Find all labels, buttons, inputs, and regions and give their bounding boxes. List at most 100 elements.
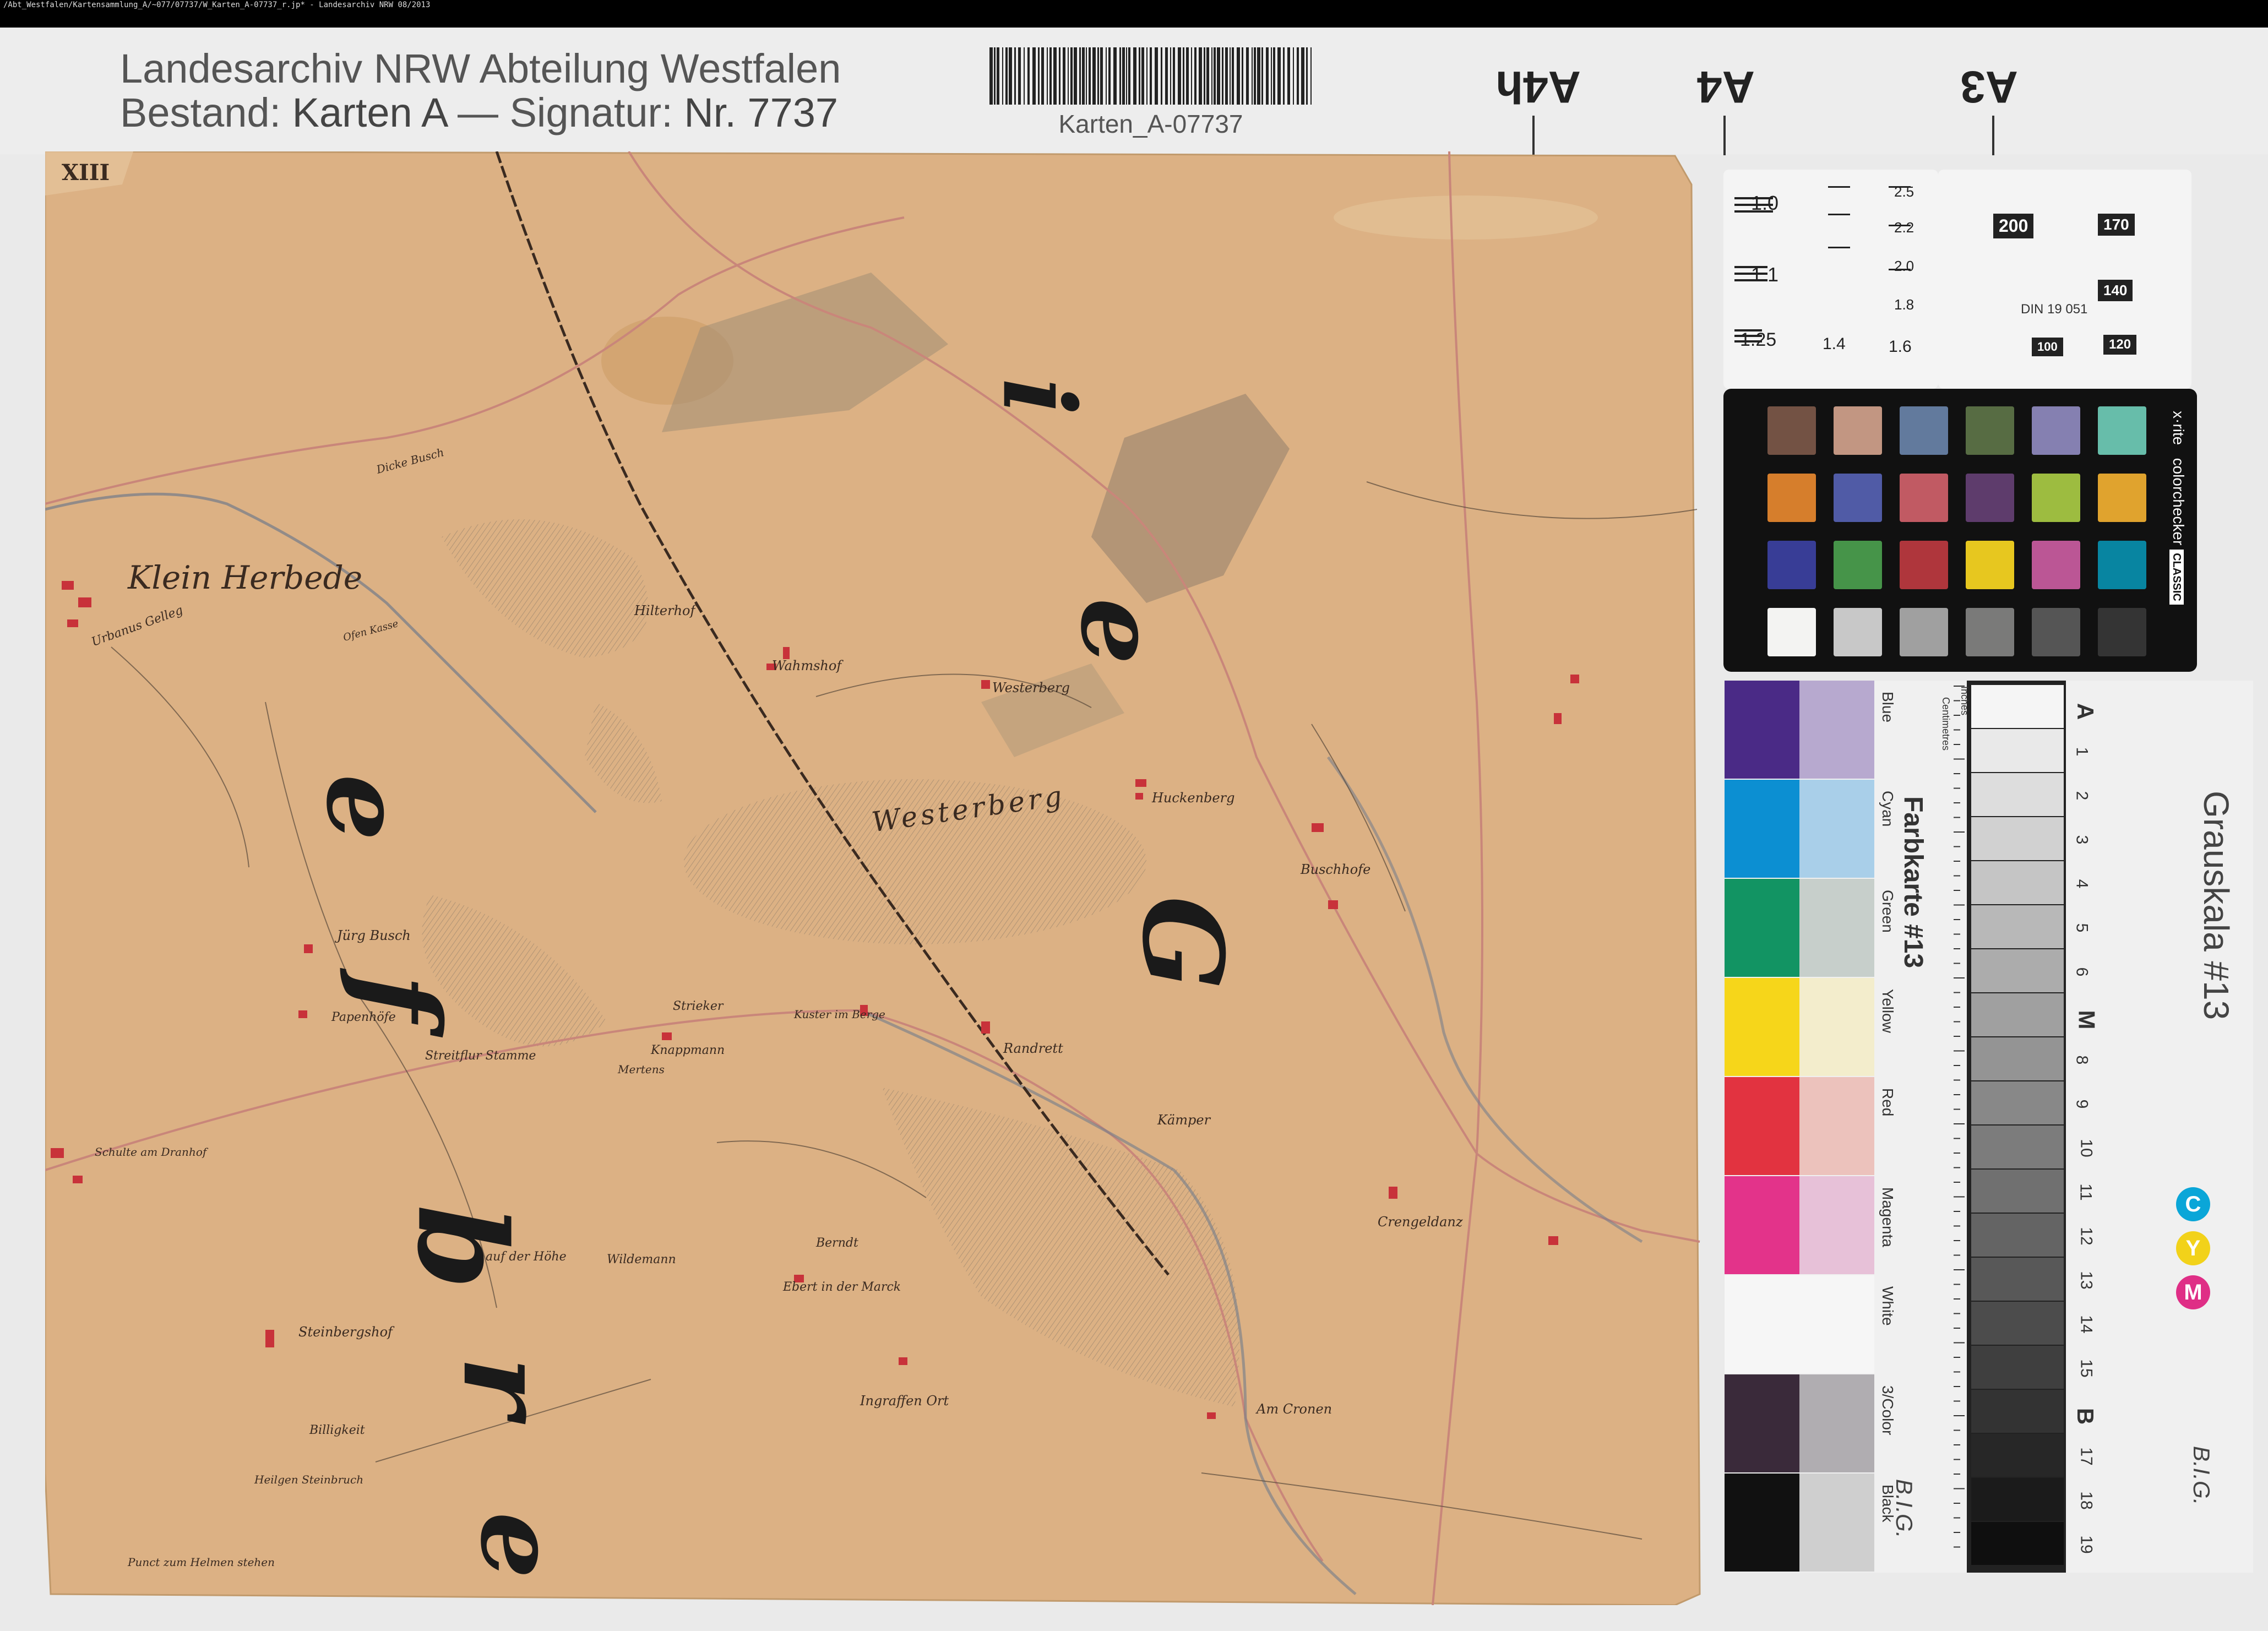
barcode-bar	[1038, 47, 1040, 105]
gray-scale-patch	[1971, 1302, 2064, 1345]
gray-scale-label: 2	[2073, 791, 2091, 801]
place-label: auf der Höhe	[486, 1250, 567, 1264]
colorchecker-patch	[1834, 608, 1882, 656]
barcode-bar	[1287, 47, 1290, 105]
colorchecker-patch	[1900, 474, 1948, 522]
gray-scale-label: 5	[2073, 923, 2091, 933]
map-drawing	[45, 151, 1701, 1605]
barcode-bar	[1047, 47, 1048, 105]
barcode-bar	[1293, 47, 1294, 105]
color-card-row-label: Magenta	[1879, 1187, 1896, 1247]
barcode-bar	[1032, 47, 1036, 105]
barcode-bar	[1005, 47, 1008, 105]
place-label: Mertens	[618, 1063, 665, 1076]
gray-scale-label: 4	[2073, 879, 2091, 889]
gray-scale-patch	[1971, 1170, 2064, 1213]
bestand-value: Karten A	[292, 90, 447, 135]
color-card-tint	[1799, 1176, 1874, 1274]
place-label: Knappmann	[651, 1043, 725, 1057]
institution-title: Landesarchiv NRW Abteilung Westfalen	[120, 46, 841, 91]
cmy-mark: Y	[2176, 1231, 2210, 1265]
barcode-bar	[1119, 47, 1121, 105]
gray-scale-label: 12	[2077, 1227, 2096, 1246]
color-card-swatch	[1725, 978, 1799, 1076]
gray-scale-patch	[1971, 993, 2064, 1036]
gray-scale-patch	[1971, 1214, 2064, 1257]
target-value: 170	[2098, 214, 2135, 236]
barcode-bar	[1206, 47, 1209, 105]
district-letter: G	[1117, 896, 1247, 990]
barcode-bar	[1092, 47, 1096, 105]
barcode-bar	[1178, 47, 1181, 105]
gray-scale-label: 9	[2073, 1099, 2091, 1109]
colorchecker-patch	[1767, 608, 1816, 656]
place-label: Crengeldanz	[1378, 1214, 1463, 1230]
barcode-bar	[1070, 47, 1073, 105]
gray-scale-patch	[1971, 685, 2064, 728]
place-label: Steinbergshof	[298, 1324, 393, 1340]
format-mark-a4: A4	[1697, 62, 1755, 112]
district-letter: r	[437, 1356, 573, 1417]
sheet-number: XIII	[62, 160, 110, 186]
signatur-label: Signatur:	[509, 90, 673, 135]
colorchecker-patch	[1767, 474, 1816, 522]
district-letter: b	[390, 1204, 534, 1290]
barcode-bar	[1002, 47, 1003, 105]
barcode-bar	[1204, 47, 1205, 105]
colorchecker-patch	[2032, 541, 2080, 589]
place-label: Ebert in der Marck	[783, 1280, 901, 1294]
format-line-a3	[1992, 116, 1994, 155]
calibration-card-drawing	[1725, 681, 2066, 1573]
colorchecker-patch	[2098, 474, 2146, 522]
gray-scale-label: 11	[2076, 1183, 2095, 1201]
resolution-target-left: 1.0 1.1 1.25 1.4 1.6 1.8 2.0 2.2 2.5	[1723, 170, 1938, 389]
barcode-bar	[1194, 47, 1196, 105]
place-label: Wildemann	[607, 1253, 676, 1266]
resolution-target-right: 200 170 140 120 100 DIN 19 051	[1938, 170, 2191, 389]
color-card-tint	[1799, 1275, 1874, 1373]
barcode-bar	[1009, 47, 1012, 105]
gray-scale-label: 15	[2077, 1359, 2096, 1378]
barcode-bar	[1128, 47, 1130, 105]
color-card-tint	[1799, 681, 1874, 779]
color-card-swatch	[1725, 1374, 1799, 1472]
district-letter: i	[980, 378, 1097, 416]
town-label: Klein Herbede	[128, 559, 363, 596]
gray-scale-label: 14	[2077, 1315, 2096, 1334]
gray-scale-label: 1	[2073, 747, 2091, 757]
gray-scale-patch	[1971, 773, 2064, 816]
gray-scale-label: 19	[2077, 1535, 2096, 1554]
separator: —	[458, 90, 499, 135]
barcode-bar	[1146, 47, 1147, 105]
gray-scale-patch	[1971, 1390, 2064, 1433]
target-value: 1.8	[1894, 296, 1915, 313]
colorchecker-patch	[1966, 541, 2014, 589]
target-value: 1.6	[1889, 338, 1912, 356]
target-value: 120	[2103, 335, 2137, 355]
target-value: 2.2	[1894, 219, 1915, 236]
color-card-row-label: Blue	[1879, 692, 1896, 723]
gray-scale-label: 3	[2073, 835, 2091, 845]
color-card-title: Farbkarte #13	[1899, 796, 1928, 969]
color-card-swatch	[1725, 1474, 1799, 1572]
color-card-tint	[1799, 1077, 1874, 1175]
gray-scale-patch	[1971, 1346, 2064, 1389]
xrite-logo: x·rite	[2170, 411, 2187, 445]
gray-scale-patch	[1971, 861, 2064, 904]
format-mark-a4h: A4h	[1495, 62, 1581, 112]
place-label: Papenhöfe	[331, 1010, 396, 1024]
place-label: Kuster im Berge	[794, 1008, 885, 1021]
barcode-bar	[994, 47, 996, 105]
barcode-bar	[1252, 47, 1253, 105]
barcode-bar	[1074, 47, 1077, 105]
barcode-bar	[997, 47, 999, 105]
place-label: Jürg Busch	[337, 928, 411, 943]
barcode-bar	[1246, 47, 1249, 105]
gray-scale-label: M	[2074, 1010, 2100, 1030]
colorchecker-patch	[1767, 406, 1816, 455]
barcode-bar	[1049, 47, 1052, 105]
barcode-bar	[1214, 47, 1216, 105]
gray-scale-patch	[1971, 1081, 2064, 1124]
barcode-bar	[1082, 47, 1085, 105]
gray-scale-patch	[1971, 817, 2064, 860]
